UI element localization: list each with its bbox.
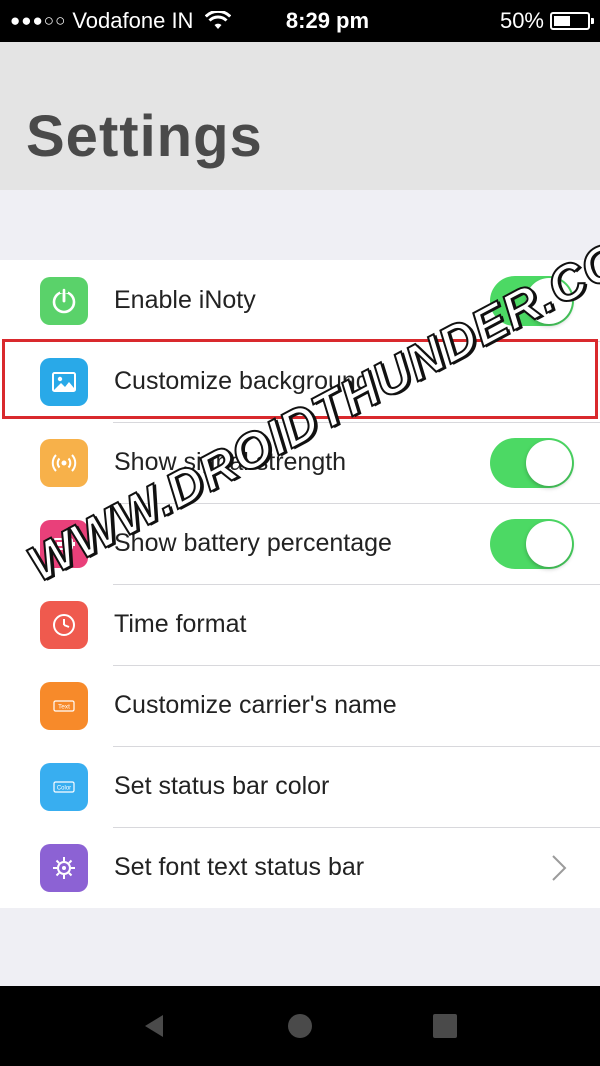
color-icon: Color — [40, 762, 88, 811]
setting-label: Time format — [114, 610, 247, 638]
color-icon-label: Color — [57, 785, 71, 791]
settings-screen: Settings Enable iNoty Customize backgrou… — [0, 42, 600, 986]
settings-list: Enable iNoty Customize background Show s… — [0, 260, 600, 908]
signal-strength-icon: ●●●○○ — [10, 11, 67, 30]
home-button[interactable] — [228, 1012, 373, 1040]
status-bar: ●●●○○ Vodafone IN 8:29 pm 50% — [0, 0, 600, 42]
setting-label: Enable iNoty — [114, 286, 256, 314]
setting-label: Show battery percentage — [114, 529, 392, 557]
back-icon — [145, 1015, 163, 1037]
show-signal-strength-toggle[interactable] — [490, 437, 574, 488]
toggle-knob — [526, 439, 572, 486]
clock-icon — [40, 600, 88, 649]
setting-label: Set status bar color — [114, 772, 330, 800]
header: Settings — [0, 42, 600, 190]
setting-row-time-format[interactable]: Time format — [0, 584, 600, 665]
recents-button[interactable] — [373, 1012, 518, 1040]
setting-row-set-status-bar-color[interactable]: Color Set status bar color — [0, 746, 600, 827]
show-battery-percentage-toggle[interactable] — [490, 518, 574, 569]
chevron-right-icon[interactable] — [550, 853, 568, 883]
setting-label: Customize carrier's name — [114, 691, 397, 719]
status-right: 50% — [499, 8, 594, 34]
recents-icon — [433, 1014, 457, 1038]
image-icon — [40, 357, 88, 406]
text-icon-label: Text — [58, 703, 70, 710]
setting-row-set-font-text-status-bar[interactable]: Set font text status bar — [0, 827, 600, 908]
battery-percent: 50% — [499, 8, 544, 33]
home-icon — [288, 1014, 312, 1038]
setting-row-customize-carrier-name[interactable]: Text Customize carrier's name — [0, 665, 600, 746]
battery-icon — [550, 12, 594, 30]
status-left: ●●●○○ Vodafone IN — [10, 8, 240, 34]
battery-fill — [554, 16, 570, 26]
page-title: Settings — [26, 104, 263, 169]
carrier-name: Vodafone IN — [72, 8, 194, 33]
status-time: 8:29 pm — [285, 8, 370, 33]
setting-label: Set font text status bar — [114, 853, 365, 881]
toggle-knob — [526, 520, 572, 567]
android-nav-bar — [0, 986, 600, 1066]
font-icon — [40, 843, 88, 892]
signal-icon — [40, 438, 88, 487]
power-icon — [40, 276, 88, 325]
back-button[interactable] — [83, 1012, 228, 1040]
wifi-icon — [205, 11, 232, 29]
text-icon: Text — [40, 681, 88, 730]
